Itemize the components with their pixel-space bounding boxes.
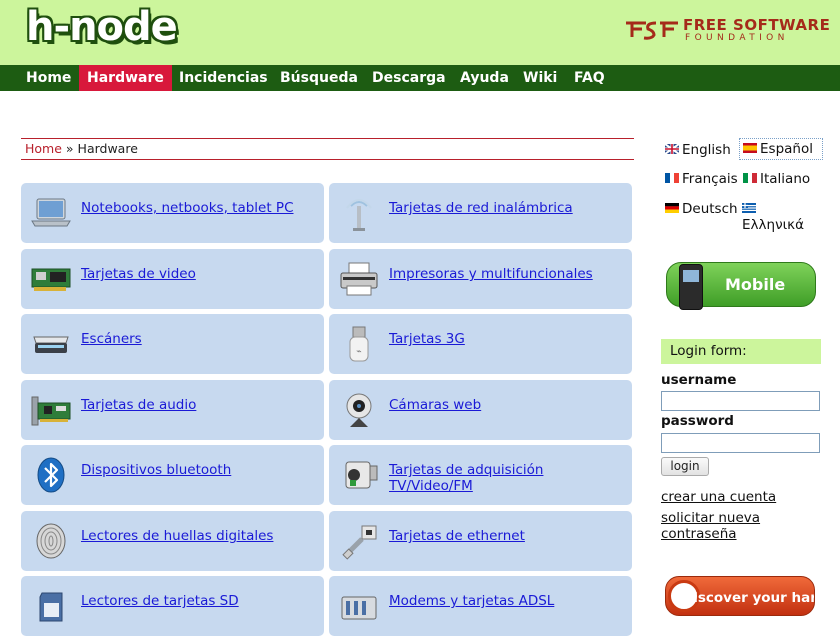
mobile-label: Mobile [725, 275, 786, 294]
request-password-link[interactable]: solicitar nueva contraseña [661, 510, 771, 542]
nav-wiki[interactable]: Wiki [523, 65, 557, 91]
fsf-logo[interactable]: FREE SOFTWARE FOUNDATION [624, 15, 830, 47]
webcam-icon [346, 393, 372, 427]
lang-label: Ελληνικά [742, 217, 805, 233]
sd-card-icon [39, 592, 63, 622]
category-card-printers[interactable]: Impresoras y multifuncionales [329, 249, 632, 309]
nav-home[interactable]: Home [26, 65, 71, 91]
lang-greek[interactable]: Ελληνικά [742, 201, 804, 233]
category-link[interactable]: Tarjetas de video [81, 266, 316, 282]
category-link[interactable]: Dispositivos bluetooth [81, 462, 316, 478]
lang-espanol[interactable]: Español [739, 138, 823, 160]
login-form-title: Login form: [661, 339, 821, 364]
password-label: password [661, 413, 734, 429]
discover-hardware-banner[interactable]: Discover your hardware [665, 576, 815, 616]
phone-icon [679, 264, 703, 310]
category-card-audio[interactable]: Tarjetas de audio [21, 380, 324, 440]
bluetooth-icon [37, 457, 65, 493]
fingerprint-icon [36, 523, 66, 559]
lang-english[interactable]: English [665, 142, 731, 158]
lang-francais[interactable]: Français [665, 171, 738, 187]
germany-flag-icon [665, 203, 679, 213]
breadcrumb-current: Hardware [77, 141, 138, 156]
category-link[interactable]: Cámaras web [389, 397, 624, 413]
nav-faq[interactable]: FAQ [574, 65, 605, 91]
video-card-icon [31, 268, 71, 291]
uk-flag-icon [665, 144, 679, 154]
category-link[interactable]: Tarjetas de adquisición TV/Video/FM [389, 462, 624, 494]
category-card-tv-capture[interactable]: Tarjetas de adquisición TV/Video/FM [329, 445, 632, 505]
breadcrumb-separator: » [65, 141, 74, 156]
category-link[interactable]: Lectores de tarjetas SD [81, 593, 316, 609]
breadcrumb-home-link[interactable]: Home [25, 141, 62, 156]
wireless-antenna-icon [346, 199, 372, 231]
video-camera-icon [345, 461, 378, 489]
lang-label: Español [760, 141, 813, 157]
svg-text:⌁: ⌁ [356, 347, 361, 357]
main-nav: Home Hardware Incidencias Búsqueda Desca… [0, 65, 840, 91]
password-input[interactable] [661, 433, 820, 453]
nav-ayuda[interactable]: Ayuda [460, 65, 509, 91]
france-flag-icon [665, 173, 679, 183]
breadcrumb: Home » Hardware [21, 138, 634, 160]
category-card-adsl[interactable]: Modems y tarjetas ADSL [329, 576, 632, 636]
h-node-logo[interactable]: h-node [26, 4, 178, 50]
category-card-wireless[interactable]: Tarjetas de red inalámbrica [329, 183, 632, 243]
category-card-webcams[interactable]: Cámaras web [329, 380, 632, 440]
lang-italiano[interactable]: Italiano [743, 171, 810, 187]
mobile-version-button[interactable]: Mobile [666, 262, 816, 310]
category-card-ethernet[interactable]: Tarjetas de ethernet [329, 511, 632, 571]
discover-label: Discover your hardware [682, 590, 814, 606]
category-link[interactable]: Tarjetas 3G [389, 331, 624, 347]
category-card-fingerprint[interactable]: Lectores de huellas digitales [21, 511, 324, 571]
language-selector: English Español Français Italiano Deutsc… [661, 138, 823, 238]
lang-label: Italiano [760, 171, 811, 187]
create-account-link[interactable]: crear una cuenta [661, 489, 821, 505]
lang-label: English [682, 142, 731, 158]
fsf-mark-icon [626, 21, 678, 40]
category-link[interactable]: Tarjetas de ethernet [389, 528, 624, 544]
category-card-notebooks[interactable]: Notebooks, netbooks, tablet PC [21, 183, 324, 243]
fsf-subtitle: FOUNDATION [685, 33, 789, 43]
username-input[interactable] [661, 391, 820, 411]
greece-flag-icon [742, 203, 756, 213]
lang-label: Français [682, 171, 738, 187]
login-button[interactable]: login [661, 457, 709, 476]
username-label: username [661, 372, 737, 388]
spain-flag-icon [743, 143, 757, 153]
category-card-scanners[interactable]: Escáners [21, 314, 324, 374]
category-link[interactable]: Impresoras y multifuncionales [389, 266, 624, 282]
category-link[interactable]: Lectores de huellas digitales [81, 528, 316, 544]
category-link[interactable]: Tarjetas de audio [81, 397, 316, 413]
laptop-icon [31, 198, 71, 227]
category-card-bluetooth[interactable]: Dispositivos bluetooth [21, 445, 324, 505]
nav-busqueda[interactable]: Búsqueda [280, 65, 358, 91]
scanner-icon [33, 336, 69, 353]
italy-flag-icon [743, 173, 757, 183]
nav-hardware[interactable]: Hardware [79, 65, 172, 91]
category-link[interactable]: Tarjetas de red inalámbrica [389, 200, 624, 216]
ethernet-cable-icon [342, 525, 377, 560]
site-header: h-node FREE SOFTWARE FOUNDATION [0, 0, 840, 65]
category-card-sd-readers[interactable]: Lectores de tarjetas SD [21, 576, 324, 636]
category-link[interactable]: Notebooks, netbooks, tablet PC [81, 200, 316, 216]
category-card-video[interactable]: Tarjetas de video [21, 249, 324, 309]
printer-icon [340, 262, 378, 296]
lang-label: Deutsch [682, 201, 738, 217]
nav-descarga[interactable]: Descarga [372, 65, 446, 91]
usb-3g-modem-icon: ⌁ [349, 326, 369, 362]
fsf-name: FREE SOFTWARE [683, 16, 831, 34]
lang-deutsch[interactable]: Deutsch [665, 201, 738, 217]
nav-incidencias[interactable]: Incidencias [179, 65, 268, 91]
category-card-3g[interactable]: ⌁ Tarjetas 3G [329, 314, 632, 374]
category-link[interactable]: Escáners [81, 331, 316, 347]
modem-icon [341, 596, 377, 620]
category-link[interactable]: Modems y tarjetas ADSL [389, 593, 624, 609]
sound-card-icon [31, 396, 71, 426]
